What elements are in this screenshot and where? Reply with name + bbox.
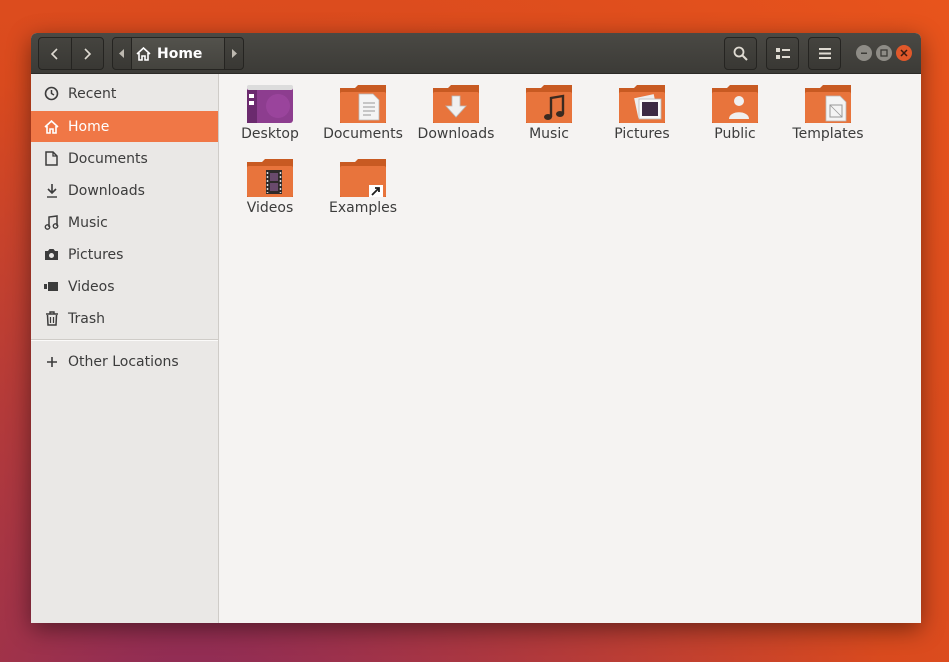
sidebar-item-recent[interactable]: Recent bbox=[31, 78, 218, 109]
sidebar-item-videos[interactable]: Videos bbox=[31, 271, 218, 302]
trash-icon bbox=[43, 310, 60, 327]
documents-folder-icon bbox=[340, 85, 386, 123]
file-item-label: Downloads bbox=[417, 126, 495, 142]
path-bar: Home bbox=[112, 37, 244, 70]
sidebar-item-other-locations[interactable]: Other Locations bbox=[31, 346, 218, 377]
file-item-label: Pictures bbox=[614, 126, 670, 142]
close-icon bbox=[900, 49, 908, 57]
file-manager-window: Home Recent Home Documents Downloads Mus… bbox=[31, 33, 921, 623]
path-scroll-left-button[interactable] bbox=[113, 38, 131, 69]
chevron-right-icon bbox=[84, 47, 92, 60]
sidebar-item-trash[interactable]: Trash bbox=[31, 303, 218, 334]
camera-icon bbox=[43, 246, 60, 263]
sidebar-item-label: Downloads bbox=[68, 182, 145, 199]
file-item-examples[interactable]: Examples bbox=[318, 158, 408, 228]
file-item-pictures[interactable]: Pictures bbox=[597, 84, 687, 154]
minimize-icon bbox=[861, 52, 867, 54]
file-item-label: Templates bbox=[792, 126, 864, 142]
sidebar-item-downloads[interactable]: Downloads bbox=[31, 175, 218, 206]
pictures-folder-icon bbox=[619, 85, 665, 123]
maximize-button[interactable] bbox=[876, 45, 892, 61]
sidebar-item-label: Documents bbox=[68, 150, 148, 167]
file-item-label: Examples bbox=[328, 200, 398, 216]
video-icon bbox=[43, 278, 60, 295]
hamburger-menu-icon bbox=[818, 48, 831, 59]
public-folder-icon bbox=[712, 85, 758, 123]
sidebar-item-label: Recent bbox=[68, 85, 117, 102]
file-item-documents[interactable]: Documents bbox=[318, 84, 408, 154]
desktop-folder-icon bbox=[247, 85, 293, 123]
plus-icon bbox=[43, 353, 60, 370]
back-button[interactable] bbox=[39, 38, 71, 69]
file-item-label: Desktop bbox=[241, 126, 299, 142]
path-crumb-home[interactable]: Home bbox=[131, 38, 225, 69]
file-item-public[interactable]: Public bbox=[690, 84, 780, 154]
sidebar-item-label: Pictures bbox=[68, 246, 124, 263]
path-scroll-right-button[interactable] bbox=[225, 38, 243, 69]
close-button[interactable] bbox=[896, 45, 912, 61]
clock-icon bbox=[43, 85, 60, 102]
triangle-right-icon bbox=[232, 49, 237, 58]
sidebar-item-music[interactable]: Music bbox=[31, 207, 218, 238]
forward-button[interactable] bbox=[70, 38, 103, 69]
menu-button[interactable] bbox=[808, 37, 841, 70]
download-icon bbox=[43, 182, 60, 199]
file-item-music[interactable]: Music bbox=[504, 84, 594, 154]
search-button[interactable] bbox=[724, 37, 757, 70]
maximize-icon bbox=[880, 49, 888, 57]
sidebar-item-label: Trash bbox=[68, 310, 105, 327]
sidebar-item-home[interactable]: Home bbox=[31, 111, 218, 142]
sidebar-item-label: Home bbox=[68, 118, 110, 135]
chevron-left-icon bbox=[50, 47, 58, 60]
document-icon bbox=[43, 150, 60, 167]
list-view-icon bbox=[775, 47, 790, 59]
templates-folder-icon bbox=[805, 85, 851, 123]
triangle-left-icon bbox=[119, 49, 124, 58]
music-icon bbox=[43, 214, 60, 231]
view-toggle-button[interactable] bbox=[766, 37, 799, 70]
file-item-desktop[interactable]: Desktop bbox=[225, 84, 315, 154]
file-item-downloads[interactable]: Downloads bbox=[411, 84, 501, 154]
search-icon bbox=[733, 46, 748, 61]
sidebar-item-documents[interactable]: Documents bbox=[31, 143, 218, 174]
home-icon bbox=[43, 118, 60, 135]
sidebar-item-label: Videos bbox=[68, 278, 115, 295]
videos-folder-icon bbox=[247, 159, 293, 197]
sidebar: Recent Home Documents Downloads Music Pi… bbox=[31, 74, 219, 623]
file-item-label: Public bbox=[714, 126, 756, 142]
downloads-folder-icon bbox=[433, 85, 479, 123]
file-item-videos[interactable]: Videos bbox=[225, 158, 315, 228]
file-item-label: Videos bbox=[246, 200, 294, 216]
file-item-label: Music bbox=[529, 126, 569, 142]
minimize-button[interactable] bbox=[856, 45, 872, 61]
home-icon bbox=[136, 46, 151, 61]
music-folder-icon bbox=[526, 85, 572, 123]
header-bar: Home bbox=[31, 33, 921, 74]
examples-folder-icon bbox=[340, 159, 386, 197]
path-crumb-label: Home bbox=[157, 45, 203, 62]
sidebar-item-pictures[interactable]: Pictures bbox=[31, 239, 218, 270]
sidebar-item-label: Music bbox=[68, 214, 108, 231]
navigation-buttons bbox=[38, 37, 104, 70]
sidebar-divider bbox=[31, 339, 218, 341]
sidebar-item-label: Other Locations bbox=[68, 353, 179, 370]
file-view: Desktop Documents Downloads Music Pictur… bbox=[220, 74, 921, 623]
file-item-templates[interactable]: Templates bbox=[783, 84, 873, 154]
file-item-label: Documents bbox=[323, 126, 403, 142]
